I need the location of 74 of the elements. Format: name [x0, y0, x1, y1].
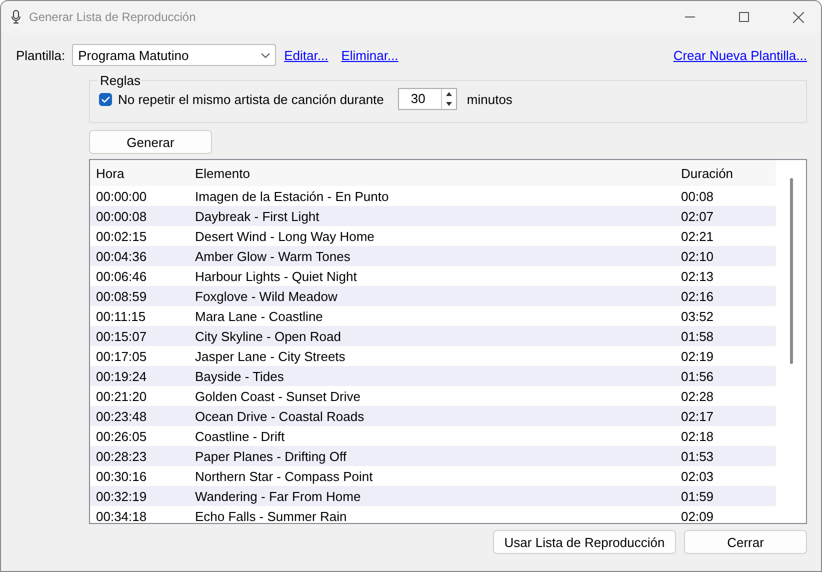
table-cell-text: Bayside - Tides — [195, 368, 285, 384]
template-link[interactable]: Eliminar... — [341, 48, 398, 62]
table-cell-text: 02:16 — [681, 288, 715, 304]
table-cell-text: 00:21:20 — [96, 388, 148, 404]
table-cell-text: 02:09 — [681, 508, 715, 523]
table-cell-text: 00:23:48 — [96, 408, 148, 424]
table-cell-text: 00:32:19 — [96, 488, 148, 504]
table-cell-text: 01:56 — [681, 368, 715, 384]
table-cell-text: 00:11:15 — [96, 308, 147, 324]
table-cell-text: Foxglove - Wild Meadow — [195, 288, 338, 304]
table-cell-text: 02:21 — [681, 228, 715, 244]
table-cell-text: Echo Falls - Summer Rain — [195, 508, 348, 523]
table-cell-text: Imagen de la Estación - En Punto — [195, 188, 390, 204]
checkbox-label: No repetir el mismo artista de canción durante — [118, 92, 384, 106]
table-cell-text: 02:07 — [681, 208, 715, 224]
unit-label: minutos — [466, 92, 512, 106]
table-cell-text: 00:15:07 — [96, 328, 148, 344]
table-cell-text: 00:34:18 — [96, 508, 148, 523]
table-cell-text: 00:28:23 — [96, 448, 148, 464]
table-cell-text: Golden Coast - Sunset Drive — [195, 388, 362, 404]
table-cell-text: 02:13 — [681, 268, 715, 284]
group-title: Reglas — [99, 73, 142, 88]
microphone-icon — [11, 10, 21, 24]
table-cell-text: 00:30:16 — [96, 468, 148, 484]
maximize-icon — [739, 12, 749, 22]
table-cell-text: 00:00:08 — [96, 208, 148, 224]
column-header[interactable]: Duración — [681, 166, 776, 180]
table-cell-text: Wandering - Far From Home — [195, 488, 362, 504]
chevron-down-icon — [261, 52, 270, 58]
checkbox[interactable] — [99, 92, 112, 106]
table-cell-text: 02:10 — [681, 248, 715, 264]
table-cell-text: 01:53 — [681, 448, 715, 464]
table-cell-text: 00:04:36 — [96, 248, 148, 264]
table-cell-text: 02:18 — [681, 428, 715, 444]
table-cell-text: 02:17 — [681, 408, 715, 424]
table-cell-text: 00:19:24 — [96, 368, 148, 384]
table-cell-text: Northern Star - Compass Point — [195, 468, 374, 484]
table-cell-text: Paper Planes - Drifting Off — [195, 448, 348, 464]
table-cell-text: 02:19 — [681, 348, 715, 364]
table-cell-text: 00:26:05 — [96, 428, 148, 444]
table-cell-text: Jasper Lane - City Streets — [195, 348, 346, 364]
table-cell-text: 00:08:59 — [96, 288, 148, 304]
column-header[interactable]: Elemento — [195, 166, 681, 180]
table-cell-text: 00:06:46 — [96, 268, 148, 284]
template-dropdown[interactable]: Programa Matutino — [72, 44, 276, 66]
table-cell-text: City Skyline - Open Road — [195, 328, 342, 344]
table-cell-text: 00:08 — [681, 188, 715, 204]
table-cell-text: 00:02:15 — [96, 228, 148, 244]
close-icon — [792, 12, 804, 22]
template-label: Plantilla: — [16, 48, 66, 62]
column-header[interactable]: Hora — [96, 166, 195, 180]
table-cell-text: Mara Lane - Coastline — [195, 308, 324, 324]
window-title: Generar Lista de Reproducción — [29, 10, 197, 24]
table-cell-text: Daybreak - First Light — [195, 208, 320, 224]
table-cell-text: Ocean Drive - Coastal Roads — [195, 408, 366, 424]
scrollbar-thumb[interactable] — [790, 178, 792, 364]
table-cell-text: Amber Glow - Warm Tones — [195, 248, 352, 264]
table-cell-text: 01:58 — [681, 328, 715, 344]
minutes-spinner[interactable]: 30 — [398, 88, 457, 110]
table-cell-text: 02:28 — [681, 388, 715, 404]
table-cell-text: 01:59 — [681, 488, 715, 504]
create-template-link[interactable]: Crear Nueva Plantilla... — [673, 48, 807, 62]
dialog-button[interactable]: Usar Lista de Reproducción — [493, 530, 676, 554]
table-cell-text: 02:03 — [681, 468, 715, 484]
table-cell-text: Coastline - Drift — [195, 428, 286, 444]
table-cell-text: 00:17:05 — [96, 348, 148, 364]
dialog-button[interactable]: Cerrar — [684, 530, 807, 554]
table-cell-text: Desert Wind - Long Way Home — [195, 228, 376, 244]
table-cell-text: 00:00:00 — [96, 188, 148, 204]
table-cell-text: Harbour Lights - Quiet Night — [195, 268, 358, 284]
checkmark-icon — [101, 96, 110, 102]
table-cell-text: 03:52 — [681, 308, 715, 324]
generate-button[interactable]: Generar — [89, 130, 212, 154]
template-link[interactable]: Editar... — [284, 48, 328, 62]
